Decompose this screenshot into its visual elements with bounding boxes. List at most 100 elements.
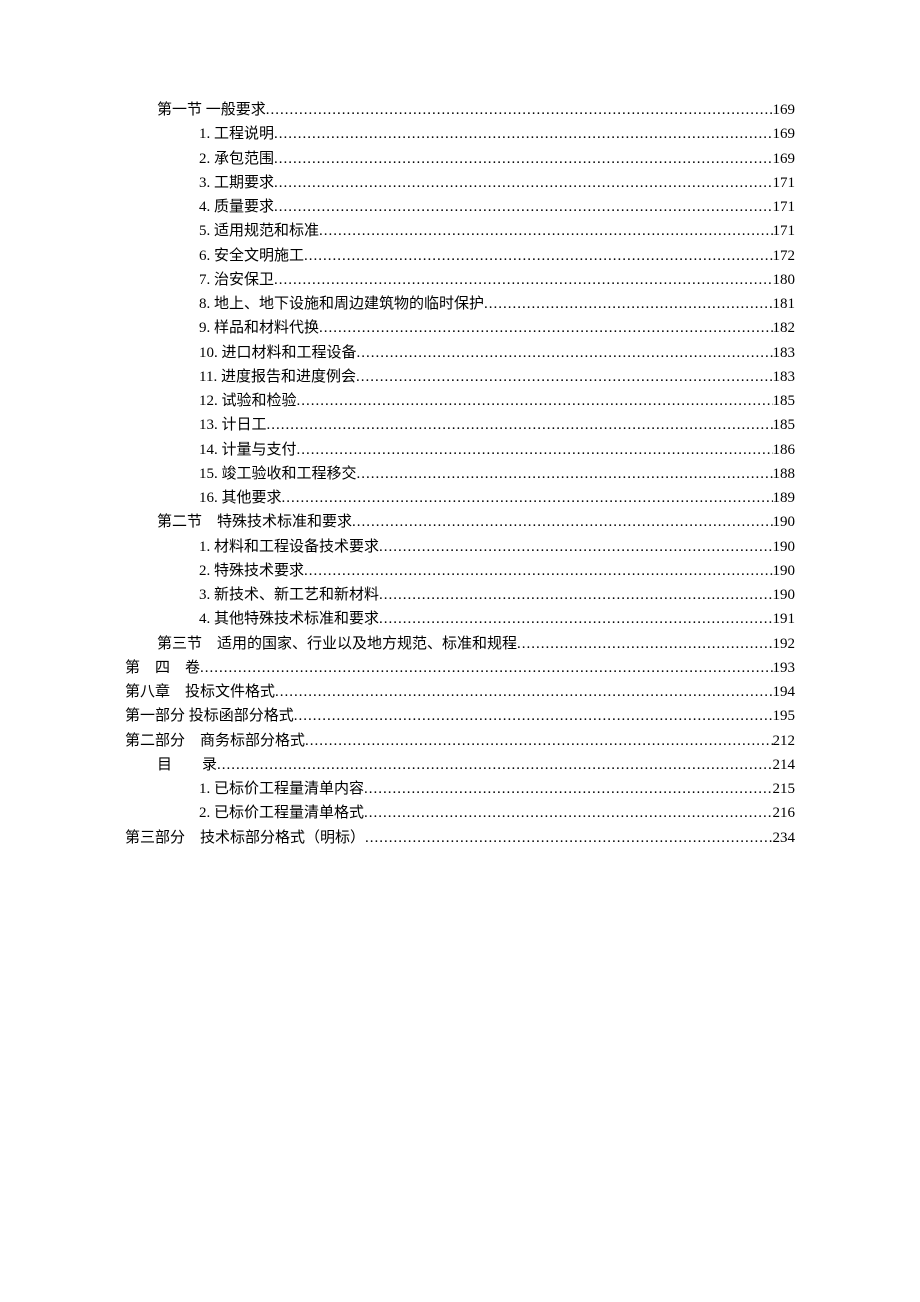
toc-leader-dots <box>352 512 772 534</box>
toc-entry: 4. 质量要求 171 <box>125 197 795 219</box>
toc-entry-label: 4. 质量要求 <box>199 197 274 219</box>
toc-entry: 1. 已标价工程量清单内容 215 <box>125 779 795 801</box>
toc-entry: 12. 试验和检验 185 <box>125 391 795 413</box>
toc-entry-label: 14. 计量与支付 <box>199 440 297 462</box>
toc-leader-dots <box>274 270 772 292</box>
toc-entry-page: 185 <box>773 415 796 437</box>
toc-entry-page: 190 <box>773 561 796 583</box>
toc-entry: 13. 计日工185 <box>125 415 795 437</box>
toc-leader-dots <box>275 682 772 704</box>
toc-leader-dots <box>274 149 772 171</box>
toc-entry-page: 189 <box>773 488 796 510</box>
toc-entry-label: 7. 治安保卫 <box>199 270 274 292</box>
toc-leader-dots <box>267 415 773 437</box>
toc-entry: 15. 竣工验收和工程移交188 <box>125 464 795 486</box>
toc-leader-dots <box>274 124 772 146</box>
toc-entry-page: 192 <box>773 634 796 656</box>
toc-entry-page: 234 <box>773 828 796 850</box>
toc-entry: 10. 进口材料和工程设备183 <box>125 343 795 365</box>
toc-entry-page: 171 <box>773 173 796 195</box>
toc-leader-dots <box>282 488 773 510</box>
toc-entry-label: 1. 已标价工程量清单内容 <box>199 779 364 801</box>
toc-entry-label: 3. 新技术、新工艺和新材料 <box>199 585 379 607</box>
toc-leader-dots <box>517 634 772 656</box>
toc-entry-page: 169 <box>773 100 796 122</box>
toc-entry: 目 录 214 <box>125 755 795 777</box>
toc-entry-page: 214 <box>773 755 796 777</box>
toc-entry: 3. 工期要求 171 <box>125 173 795 195</box>
toc-leader-dots <box>297 440 773 462</box>
toc-leader-dots <box>274 173 772 195</box>
toc-entry-label: 4. 其他特殊技术标准和要求 <box>199 609 379 631</box>
toc-entry-label: 12. 试验和检验 <box>199 391 297 413</box>
toc-entry-page: 190 <box>773 585 796 607</box>
toc-leader-dots <box>365 828 772 850</box>
toc-entry: 4. 其他特殊技术标准和要求 191 <box>125 609 795 631</box>
toc-entry-page: 185 <box>773 391 796 413</box>
toc-entry: 2. 已标价工程量清单格式216 <box>125 803 795 825</box>
toc-entry-label: 第二部分 商务标部分格式 <box>125 731 305 753</box>
toc-leader-dots <box>304 246 772 268</box>
toc-leader-dots <box>364 803 772 825</box>
toc-entry: 第二节 特殊技术标准和要求 190 <box>125 512 795 534</box>
toc-entry-label: 3. 工期要求 <box>199 173 274 195</box>
toc-entry: 8. 地上、地下设施和周边建筑物的临时保护 181 <box>125 294 795 316</box>
toc-leader-dots <box>305 731 772 753</box>
toc-leader-dots <box>200 658 772 680</box>
toc-entry-label: 目 录 <box>157 755 217 777</box>
toc-entry: 1. 工程说明 169 <box>125 124 795 146</box>
toc-entry-page: 172 <box>773 246 796 268</box>
toc-entry: 7. 治安保卫180 <box>125 270 795 292</box>
toc-entry-label: 15. 竣工验收和工程移交 <box>199 464 357 486</box>
toc-leader-dots <box>297 391 773 413</box>
toc-entry: 第一节 一般要求169 <box>125 100 795 122</box>
toc-entry: 11. 进度报告和进度例会183 <box>125 367 795 389</box>
toc-entry-label: 2. 承包范围 <box>199 149 274 171</box>
toc-entry-label: 9. 样品和材料代换 <box>199 318 319 340</box>
toc-entry: 3. 新技术、新工艺和新材料 190 <box>125 585 795 607</box>
toc-entry: 14. 计量与支付186 <box>125 440 795 462</box>
toc-entry-label: 5. 适用规范和标准 <box>199 221 319 243</box>
toc-entry: 5. 适用规范和标准 171 <box>125 221 795 243</box>
toc-entry-page: 191 <box>773 609 796 631</box>
toc-entry-page: 190 <box>773 537 796 559</box>
toc-entry-page: 181 <box>773 294 796 316</box>
toc-entry-page: 171 <box>773 221 796 243</box>
toc-leader-dots <box>274 197 772 219</box>
toc-entry: 9. 样品和材料代换182 <box>125 318 795 340</box>
toc-leader-dots <box>484 294 772 316</box>
toc-entry-page: 194 <box>773 682 796 704</box>
toc-entry-label: 2. 特殊技术要求 <box>199 561 304 583</box>
toc-entry: 第八章 投标文件格式194 <box>125 682 795 704</box>
toc-entry-label: 2. 已标价工程量清单格式 <box>199 803 364 825</box>
toc-entry: 第 四 卷 193 <box>125 658 795 680</box>
toc-leader-dots <box>304 561 772 583</box>
toc-entry: 6. 安全文明施工 172 <box>125 246 795 268</box>
toc-entry-label: 第一部分 投标函部分格式 <box>125 706 294 728</box>
toc-entry: 2. 承包范围 169 <box>125 149 795 171</box>
toc-entry: 1. 材料和工程设备技术要求190 <box>125 537 795 559</box>
toc-entry-page: 212 <box>773 731 796 753</box>
toc-entry-page: 169 <box>773 149 796 171</box>
toc-entry-label: 1. 工程说明 <box>199 124 274 146</box>
toc-entry-label: 第 四 卷 <box>125 658 200 680</box>
toc-leader-dots <box>319 318 772 340</box>
toc-leader-dots <box>266 100 773 122</box>
toc-entry-label: 8. 地上、地下设施和周边建筑物的临时保护 <box>199 294 484 316</box>
toc-leader-dots <box>319 221 772 243</box>
toc-entry-label: 第二节 特殊技术标准和要求 <box>157 512 352 534</box>
toc-entry-page: 215 <box>773 779 796 801</box>
toc-entry-page: 169 <box>773 124 796 146</box>
toc-entry: 第二部分 商务标部分格式 212 <box>125 731 795 753</box>
toc-entry: 2. 特殊技术要求 190 <box>125 561 795 583</box>
toc-leader-dots <box>364 779 772 801</box>
toc-entry-page: 195 <box>773 706 796 728</box>
toc-entry-page: 190 <box>773 512 796 534</box>
toc-entry-page: 171 <box>773 197 796 219</box>
toc-entry-page: 183 <box>773 343 796 365</box>
table-of-contents: 第一节 一般要求1691. 工程说明 169 2. 承包范围 169 3. 工期要求 17… <box>125 100 795 849</box>
toc-entry-page: 193 <box>773 658 796 680</box>
toc-entry-label: 6. 安全文明施工 <box>199 246 304 268</box>
toc-entry: 第三节 适用的国家、行业以及地方规范、标准和规程192 <box>125 634 795 656</box>
toc-entry-label: 11. 进度报告和进度例会 <box>199 367 356 389</box>
